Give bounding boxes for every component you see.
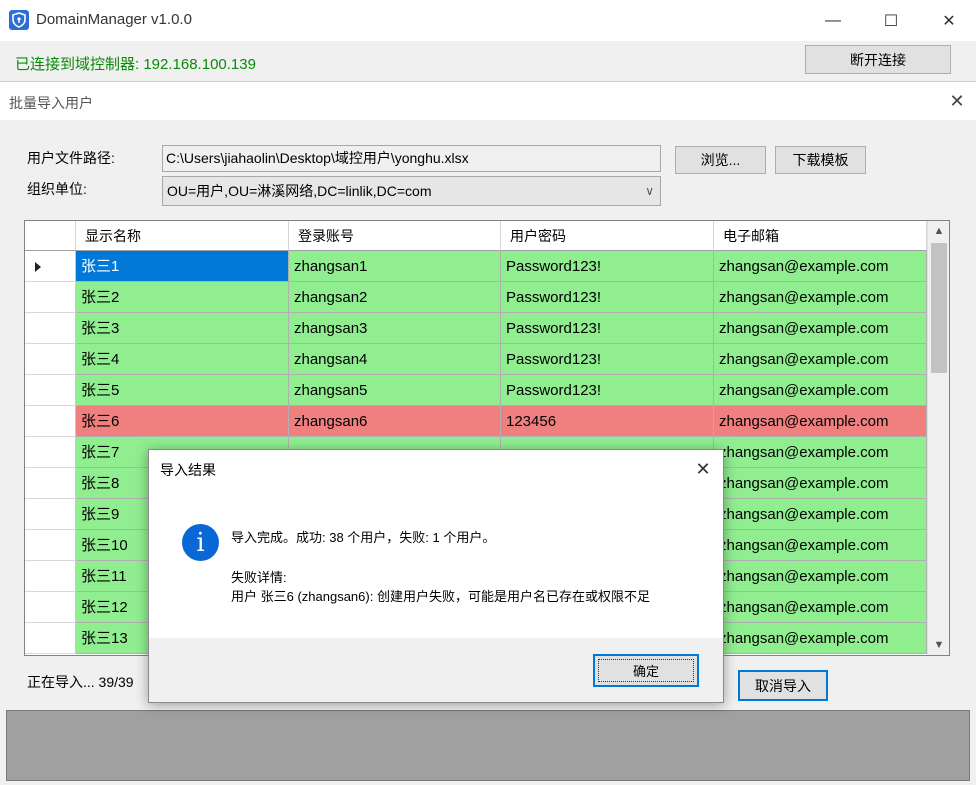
cell-email[interactable]: zhangsan@example.com [714, 592, 927, 623]
current-row-pointer-icon [35, 262, 41, 272]
row-header[interactable] [25, 530, 76, 561]
cell-name[interactable]: 张三2 [76, 282, 289, 313]
ou-select-value: OU=用户,OU=淋溪网络,DC=linlik,DC=com [167, 183, 432, 199]
ou-label: 组织单位: [27, 181, 87, 197]
cell-email[interactable]: zhangsan@example.com [714, 251, 927, 282]
table-row[interactable]: 张三2 zhangsan2 Password123! zhangsan@example… [25, 282, 927, 313]
row-header[interactable] [25, 468, 76, 499]
cell-name[interactable]: 张三3 [76, 313, 289, 344]
table-row[interactable]: 张三1 zhangsan1 Password123! zhangsan@example… [25, 251, 927, 282]
cell-email[interactable]: zhangsan@example.com [714, 623, 927, 654]
cell-account[interactable]: zhangsan3 [289, 313, 501, 344]
cell-password[interactable]: 123456 [501, 406, 714, 437]
download-template-button[interactable]: 下载模板 [775, 146, 866, 174]
file-path-label: 用户文件路径: [27, 150, 115, 166]
row-header[interactable] [25, 592, 76, 623]
cell-name[interactable]: 张三4 [76, 344, 289, 375]
cell-email[interactable]: zhangsan@example.com [714, 561, 927, 592]
import-dialog-title: 批量导入用户 [9, 95, 93, 111]
close-button[interactable]: ✕ [920, 0, 976, 41]
row-header[interactable] [25, 406, 76, 437]
cell-account[interactable]: zhangsan6 [289, 406, 501, 437]
result-message-box: 导入结果 ✕ i 导入完成。成功: 38 个用户，失败: 1 个用户。 失败详情… [148, 449, 724, 703]
minimize-button[interactable]: — [804, 0, 862, 41]
app-title: DomainManager v1.0.0 [36, 11, 192, 28]
cell-email[interactable]: zhangsan@example.com [714, 313, 927, 344]
cell-email[interactable]: zhangsan@example.com [714, 282, 927, 313]
table-row[interactable]: 张三6 zhangsan6 123456 zhangsan@example.com [25, 406, 927, 437]
import-title-bar: 批量导入用户 ✕ [0, 82, 976, 120]
chevron-down-icon: ∨ [645, 184, 654, 198]
disconnect-button[interactable]: 断开连接 [805, 45, 951, 74]
scroll-up-icon[interactable]: ▲ [928, 221, 949, 241]
grid-scrollbar[interactable]: ▲ ▼ [927, 221, 949, 655]
row-header[interactable] [25, 623, 76, 654]
table-row[interactable]: 张三4 zhangsan4 Password123! zhangsan@example… [25, 344, 927, 375]
cell-email[interactable]: zhangsan@example.com [714, 468, 927, 499]
row-header[interactable] [25, 375, 76, 406]
main-title-bar: DomainManager v1.0.0 — ☐ ✕ [0, 0, 976, 41]
cell-password[interactable]: Password123! [501, 313, 714, 344]
cell-account[interactable]: zhangsan5 [289, 375, 501, 406]
cell-email[interactable]: zhangsan@example.com [714, 437, 927, 468]
row-header[interactable] [25, 313, 76, 344]
connection-status: 已连接到域控制器: 192.168.100.139 [15, 56, 256, 73]
cancel-import-button[interactable]: 取消导入 [738, 670, 828, 701]
cell-email[interactable]: zhangsan@example.com [714, 499, 927, 530]
column-header[interactable]: 用户密码 [501, 221, 714, 251]
column-header[interactable]: 显示名称 [76, 221, 289, 251]
table-row[interactable]: 张三3 zhangsan3 Password123! zhangsan@example… [25, 313, 927, 344]
shield-icon [9, 10, 29, 30]
row-header[interactable] [25, 344, 76, 375]
main-content-pane [6, 710, 970, 781]
cell-password[interactable]: Password123! [501, 251, 714, 282]
file-path-input[interactable]: C:\Users\jiahaolin\Desktop\域控用户\yonghu.x… [162, 145, 661, 172]
cell-name[interactable]: 张三5 [76, 375, 289, 406]
row-header[interactable] [25, 499, 76, 530]
cell-email[interactable]: zhangsan@example.com [714, 344, 927, 375]
cell-email[interactable]: zhangsan@example.com [714, 406, 927, 437]
cell-name[interactable]: 张三1 [76, 251, 289, 282]
grid-corner [25, 221, 76, 251]
grid-header: 显示名称 登录账号 用户密码 电子邮箱 [25, 221, 927, 251]
cell-password[interactable]: Password123! [501, 282, 714, 313]
cell-account[interactable]: zhangsan1 [289, 251, 501, 282]
cell-name[interactable]: 张三6 [76, 406, 289, 437]
cell-email[interactable]: zhangsan@example.com [714, 375, 927, 406]
scroll-thumb[interactable] [931, 243, 947, 373]
message-box-close-button[interactable]: ✕ [689, 456, 717, 482]
row-header[interactable] [25, 437, 76, 468]
ou-select[interactable]: OU=用户,OU=淋溪网络,DC=linlik,DC=com ∨ [162, 176, 661, 206]
row-header[interactable] [25, 561, 76, 592]
table-row[interactable]: 张三5 zhangsan5 Password123! zhangsan@example… [25, 375, 927, 406]
cell-email[interactable]: zhangsan@example.com [714, 530, 927, 561]
import-close-button[interactable]: ✕ [944, 88, 970, 114]
cell-password[interactable]: Password123! [501, 344, 714, 375]
cell-account[interactable]: zhangsan2 [289, 282, 501, 313]
ok-button[interactable]: 确定 [593, 654, 699, 687]
maximize-button[interactable]: ☐ [862, 0, 920, 41]
import-summary-text: 导入完成。成功: 38 个用户，失败: 1 个用户。 [231, 530, 496, 545]
message-box-title: 导入结果 [160, 462, 216, 478]
column-header[interactable]: 电子邮箱 [714, 221, 927, 251]
focus-rect [598, 659, 694, 682]
row-header[interactable] [25, 251, 76, 282]
browse-button[interactable]: 浏览... [675, 146, 766, 174]
progress-text: 正在导入... 39/39 [27, 674, 134, 690]
column-header[interactable]: 登录账号 [289, 221, 501, 251]
failure-detail-heading: 失败详情: [231, 570, 287, 585]
row-header[interactable] [25, 282, 76, 313]
info-icon: i [182, 524, 219, 561]
failure-detail-line: 用户 张三6 (zhangsan6): 创建用户失败，可能是用户名已存在或权限不… [231, 589, 650, 604]
cell-password[interactable]: Password123! [501, 375, 714, 406]
scroll-down-icon[interactable]: ▼ [928, 635, 949, 655]
cell-account[interactable]: zhangsan4 [289, 344, 501, 375]
